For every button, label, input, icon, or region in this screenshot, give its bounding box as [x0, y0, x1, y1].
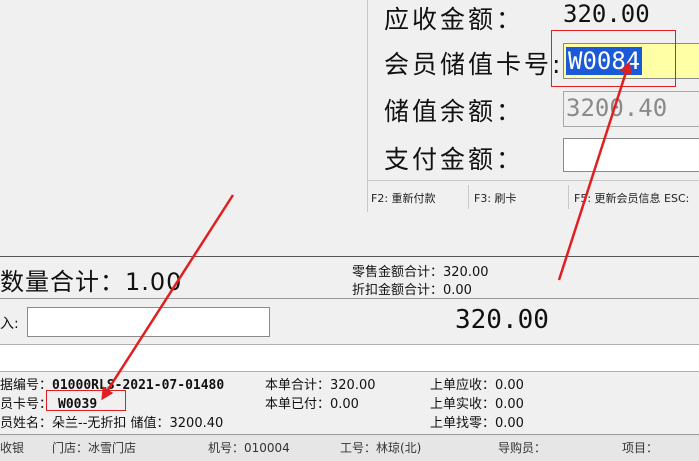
- annotation-arrows: [101, 61, 632, 401]
- arrow-to-member-card: [557, 61, 632, 281]
- arrow-to-card-no: [101, 194, 235, 401]
